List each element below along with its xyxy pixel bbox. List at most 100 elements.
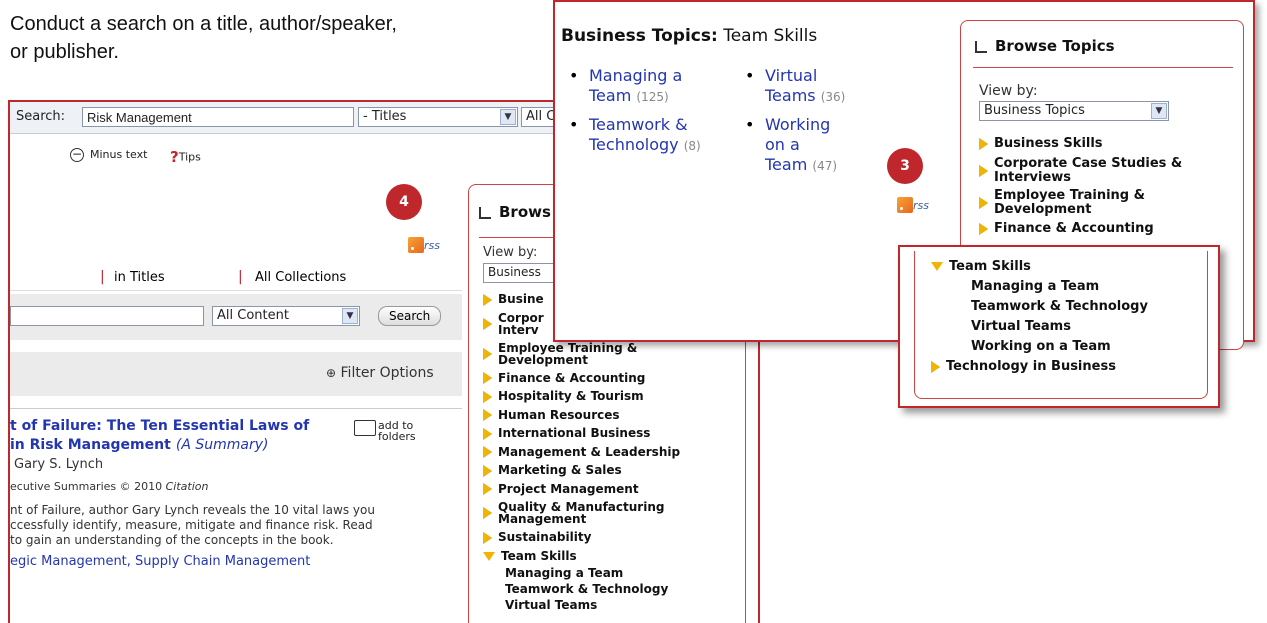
filter-options-label: Filter Options — [340, 365, 434, 381]
team-topic-item[interactable]: • Teamwork & Technology (8) — [569, 115, 701, 156]
topic-list: Team Skills Managing a Team Teamwork & T… — [931, 257, 1148, 377]
subtopic-item[interactable]: Teamwork & Technology — [931, 297, 1148, 317]
topic-label: Finance & Accounting — [498, 370, 646, 385]
topic-count: (8) — [683, 139, 701, 153]
refine-input[interactable] — [10, 306, 204, 326]
search-type-select[interactable]: - Titles ▼ — [358, 107, 518, 127]
result-source: ecutive Summaries © 2010 — [10, 480, 163, 493]
topic-item[interactable]: Employee Training & Development — [483, 339, 680, 369]
desc-line: nt of Failure, author Gary Lynch reveals… — [10, 503, 375, 517]
result-tags[interactable]: egic Management, Supply Chain Management — [10, 554, 370, 569]
subtopic-item[interactable]: Managing a Team — [483, 565, 680, 581]
rss-link[interactable]: rss — [897, 194, 929, 213]
subtopic-item[interactable]: Managing a Team — [931, 277, 1148, 297]
topic-item[interactable]: Human Resources — [483, 406, 680, 425]
expand-arrow-icon — [979, 137, 988, 150]
subtopic-item[interactable]: Working on a Team — [931, 337, 1148, 357]
topic-item[interactable]: Team Skills — [931, 257, 1148, 277]
team-topic-item[interactable]: • Virtual Teams (36) — [745, 66, 845, 107]
expand-arrow-icon — [979, 165, 988, 177]
tab-in-titles[interactable]: in Titles — [114, 270, 165, 285]
subtopic-item[interactable]: Virtual Teams — [483, 597, 680, 613]
expand-arrow-icon — [483, 427, 492, 440]
topic-link-line2: Team — [589, 86, 632, 105]
topic-item[interactable]: Sustainability — [483, 528, 680, 547]
topic-item[interactable]: Marketing & Sales — [483, 461, 680, 480]
topic-list: Business Skills Corporate Case Studies &… — [979, 133, 1182, 239]
filter-options-button[interactable]: ⊕ Filter Options — [326, 365, 434, 381]
topic-item[interactable]: Hospitality & Tourism — [483, 387, 680, 406]
topic-column-2: • Virtual Teams (36) • Working on a Team… — [745, 66, 845, 176]
search-row: All Content ▼ Search — [10, 294, 462, 340]
topic-item[interactable]: Corporate Case Studies & Interviews — [979, 155, 1182, 187]
result-title-2[interactable]: in Risk Management — [10, 437, 171, 453]
topic-link-line1: Managing a — [589, 66, 683, 85]
bullet: • — [745, 66, 755, 85]
topic-item[interactable]: International Business — [483, 424, 680, 443]
topic-item[interactable]: Finance & Accounting — [979, 219, 1182, 239]
search-type-value: - Titles — [363, 109, 407, 124]
topic-count: (36) — [820, 90, 846, 104]
team-topic-item[interactable]: • Managing a Team (125) — [569, 66, 701, 107]
tips-button[interactable]: ?Tips — [170, 148, 201, 166]
tree-icon — [479, 206, 491, 219]
topic-label: Human Resources — [498, 407, 620, 422]
expand-arrow-icon — [483, 372, 492, 384]
topic-item[interactable]: Project Management — [483, 480, 680, 499]
result-source-italic: Citation — [165, 480, 209, 493]
add-to-folders-button[interactable]: add to folders — [354, 420, 416, 442]
expand-arrow-icon — [931, 360, 940, 373]
expand-arrow-icon — [483, 409, 492, 421]
content-select[interactable]: All Content ▼ — [212, 306, 360, 326]
topic-label-2: Development — [498, 352, 588, 367]
divider — [973, 67, 1233, 68]
expand-arrow-icon — [483, 293, 492, 306]
browse-title: Brows — [499, 203, 551, 221]
subtopic-item[interactable]: Virtual Teams — [931, 317, 1148, 337]
content-select-value: All Content — [217, 308, 289, 323]
topic-label: Corporate Case Studies & — [994, 156, 1183, 171]
subtopic-item[interactable]: Teamwork & Technology — [483, 581, 680, 597]
browse-heading: Brows — [479, 203, 551, 221]
topic-item[interactable]: Team Skills — [483, 547, 680, 566]
collapse-arrow-icon — [483, 551, 495, 561]
plus-circle-icon: ⊕ — [326, 366, 337, 380]
topic-item[interactable]: Business Skills — [979, 133, 1182, 155]
topic-item[interactable]: Technology in Business — [931, 357, 1148, 377]
divider — [10, 408, 462, 409]
topic-item[interactable]: Employee Training & Development — [979, 187, 1182, 219]
topic-item[interactable]: Quality & Manufacturing Management — [483, 498, 680, 528]
tab-all-collections[interactable]: All Collections — [255, 270, 346, 285]
step-3-marker: 3 — [887, 148, 923, 184]
topic-label: Team Skills — [949, 259, 1031, 274]
team-topic-item[interactable]: • Working on a Team (47) — [745, 115, 845, 176]
minus-text-button[interactable]: − Minus text — [70, 148, 147, 162]
intro-line-2: or publisher. — [10, 41, 119, 63]
topic-link-line1: Teamwork & — [589, 115, 688, 134]
result-author[interactable]: Gary S. Lynch — [10, 457, 370, 472]
topic-label: Busine — [498, 292, 544, 306]
search-input[interactable] — [82, 107, 354, 127]
topic-item[interactable]: Management & Leadership — [483, 443, 680, 462]
expand-arrow-icon — [483, 507, 492, 519]
intro-text: Conduct a search on a title, author/spea… — [10, 10, 540, 66]
folder-icon — [354, 420, 376, 436]
result-title-1[interactable]: t of Failure: The Ten Essential Laws of — [10, 418, 370, 434]
view-by-value: Business — [488, 265, 541, 279]
topic-link-line1: Working — [765, 115, 831, 134]
minus-icon: − — [70, 147, 84, 162]
topic-link-line2: Technology — [589, 135, 679, 154]
topic-link-line2: on a — [765, 135, 800, 154]
folders-label: folders — [378, 430, 416, 443]
topic-link-line1: Virtual — [765, 66, 818, 85]
filter-bar: ⊕ Filter Options — [10, 352, 462, 396]
view-by-select[interactable]: Business Topics ▼ — [979, 101, 1169, 121]
expand-arrow-icon — [483, 390, 492, 403]
topic-label: Marketing & Sales — [498, 463, 622, 477]
expand-arrow-icon — [483, 347, 492, 360]
topic-item[interactable]: Finance & Accounting — [483, 369, 680, 388]
search-button[interactable]: Search — [378, 306, 442, 326]
topic-label-2: Management — [498, 512, 587, 526]
collapse-arrow-icon — [931, 262, 943, 271]
rss-link[interactable]: rss — [408, 234, 440, 253]
